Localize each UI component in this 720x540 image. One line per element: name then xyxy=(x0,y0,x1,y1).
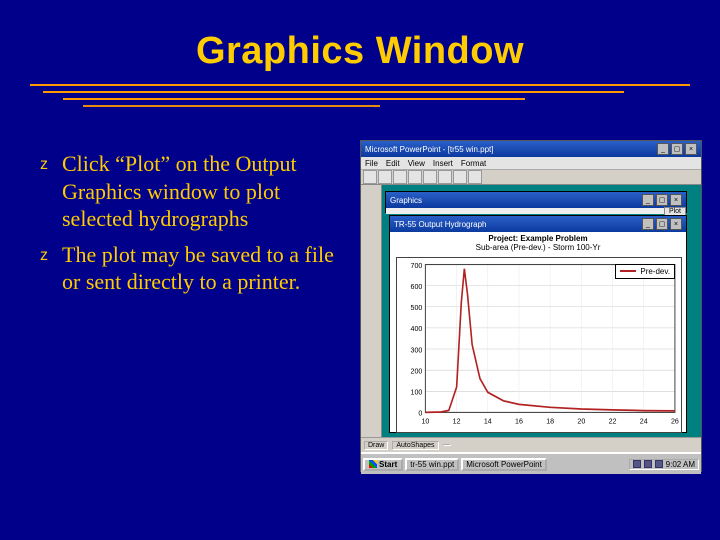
svg-text:600: 600 xyxy=(411,281,423,290)
menu-item[interactable]: Format xyxy=(461,159,486,168)
menu-item[interactable]: Edit xyxy=(386,159,400,168)
clock: 9:02 AM xyxy=(666,460,695,469)
app-toolbar xyxy=(361,170,701,185)
svg-text:18: 18 xyxy=(546,416,554,425)
svg-text:22: 22 xyxy=(609,416,617,425)
menu-item[interactable]: Insert xyxy=(433,159,453,168)
status-cell: AutoShapes xyxy=(392,441,438,450)
bullet-item: Click “Plot” on the Output Graphics wind… xyxy=(40,150,350,233)
svg-text:100: 100 xyxy=(411,387,423,396)
minimize-icon[interactable]: _ xyxy=(657,143,669,155)
windows-taskbar[interactable]: Start tr-55 win.ppt Microsoft PowerPoint… xyxy=(361,452,701,474)
plot-legend: Pre-dev. xyxy=(615,264,675,279)
toolbar-button[interactable] xyxy=(423,170,437,184)
svg-text:200: 200 xyxy=(411,366,423,375)
hydrograph-plot-window[interactable]: TR-55 Output Hydrograph _ ▢ × Project: E… xyxy=(389,215,687,433)
plot-window-titlebar[interactable]: TR-55 Output Hydrograph _ ▢ × xyxy=(390,216,686,232)
app-statusbar: Draw AutoShapes xyxy=(361,437,701,452)
inner-desktop: Graphics _ ▢ × Plot TR-55 Output Hydrogr… xyxy=(361,185,701,437)
maximize-icon[interactable]: ▢ xyxy=(656,218,668,230)
bullet-item: The plot may be saved to a file or sent … xyxy=(40,241,350,296)
legend-label: Pre-dev. xyxy=(640,267,670,276)
svg-text:24: 24 xyxy=(640,416,648,425)
toolbar-button[interactable] xyxy=(378,170,392,184)
minimize-icon[interactable]: _ xyxy=(642,218,654,230)
legend-swatch-icon xyxy=(620,270,636,272)
body-text: Click “Plot” on the Output Graphics wind… xyxy=(40,150,350,304)
toolbar-button[interactable] xyxy=(408,170,422,184)
toolbar-button[interactable] xyxy=(393,170,407,184)
svg-text:400: 400 xyxy=(411,324,423,333)
side-ruler xyxy=(361,185,382,437)
plot-window-title: TR-55 Output Hydrograph xyxy=(394,220,487,229)
taskbar-item[interactable]: tr-55 win.ppt xyxy=(405,458,459,471)
title-underline xyxy=(30,84,690,110)
app-menubar[interactable]: File Edit View Insert Format xyxy=(361,157,701,170)
hydrograph-svg: 0100200300400500600700101214161820222426 xyxy=(397,258,681,432)
svg-text:20: 20 xyxy=(577,416,585,425)
close-icon[interactable]: × xyxy=(670,194,682,206)
status-cell: Draw xyxy=(364,441,388,450)
page-title: Graphics Window xyxy=(0,30,720,73)
tray-icon[interactable] xyxy=(644,460,652,468)
menu-item[interactable]: View xyxy=(408,159,425,168)
toolbar-button[interactable] xyxy=(363,170,377,184)
svg-text:10: 10 xyxy=(421,416,429,425)
close-icon[interactable]: × xyxy=(670,218,682,230)
tray-icon[interactable] xyxy=(633,460,641,468)
svg-text:12: 12 xyxy=(453,416,461,425)
svg-text:14: 14 xyxy=(484,416,492,425)
maximize-icon[interactable]: ▢ xyxy=(671,143,683,155)
graphics-window-title: Graphics xyxy=(390,196,422,205)
svg-text:700: 700 xyxy=(411,260,423,269)
minimize-icon[interactable]: _ xyxy=(642,194,654,206)
toolbar-button[interactable] xyxy=(438,170,452,184)
svg-text:26: 26 xyxy=(671,416,679,425)
toolbar-button[interactable] xyxy=(453,170,467,184)
start-label: Start xyxy=(379,460,397,469)
plot-header: Project: Example Problem Sub-area (Pre-d… xyxy=(390,232,686,253)
plot-area: 0100200300400500600700101214161820222426… xyxy=(396,257,682,433)
status-cell xyxy=(443,444,451,446)
tray-icon[interactable] xyxy=(655,460,663,468)
svg-text:16: 16 xyxy=(515,416,523,425)
taskbar-item[interactable]: Microsoft PowerPoint xyxy=(461,458,547,471)
svg-text:300: 300 xyxy=(411,345,423,354)
svg-text:500: 500 xyxy=(411,302,423,311)
graphics-window-titlebar[interactable]: Graphics _ ▢ × xyxy=(386,192,686,208)
plot-subtitle-text: Sub-area (Pre-dev.) - Storm 100-Yr xyxy=(390,244,686,253)
embedded-screenshot: Microsoft PowerPoint - [tr55 win.ppt] _ … xyxy=(360,140,702,472)
maximize-icon[interactable]: ▢ xyxy=(656,194,668,206)
system-tray[interactable]: 9:02 AM xyxy=(629,459,699,470)
graphics-output-window[interactable]: Graphics _ ▢ × Plot xyxy=(385,191,687,213)
toolbar-button[interactable] xyxy=(468,170,482,184)
windows-flag-icon xyxy=(369,460,377,468)
start-button[interactable]: Start xyxy=(363,458,403,471)
app-window-title: Microsoft PowerPoint - [tr55 win.ppt] xyxy=(365,145,494,154)
menu-item[interactable]: File xyxy=(365,159,378,168)
close-icon[interactable]: × xyxy=(685,143,697,155)
app-window-titlebar[interactable]: Microsoft PowerPoint - [tr55 win.ppt] _ … xyxy=(361,141,701,157)
